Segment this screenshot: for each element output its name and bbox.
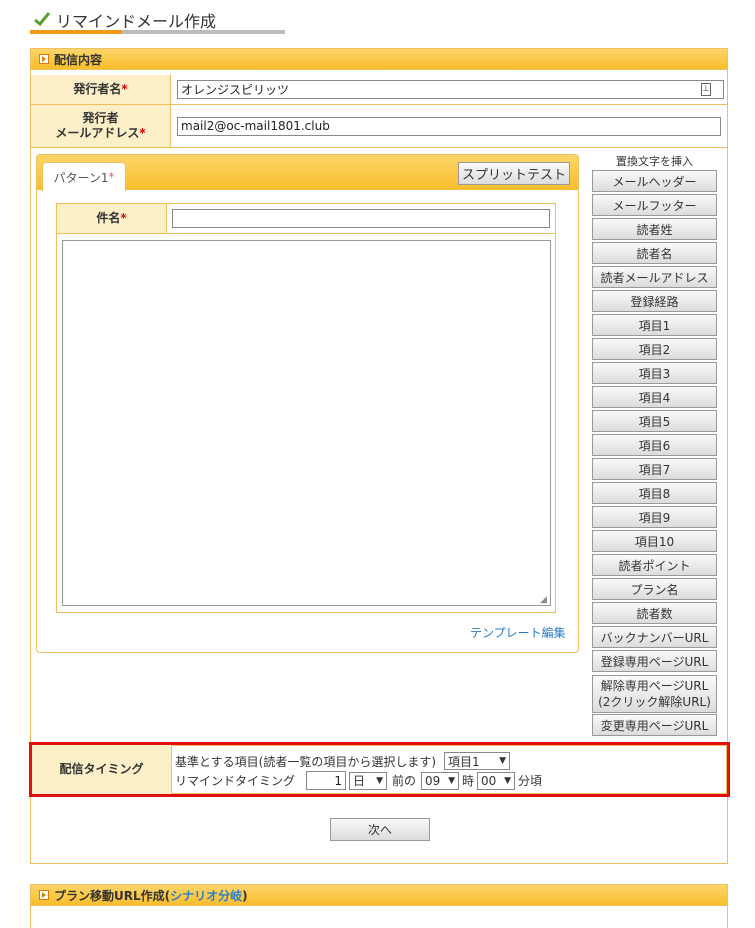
insert-button[interactable]: 項目4 bbox=[592, 386, 717, 408]
template-edit-link[interactable]: テンプレート編集 bbox=[470, 624, 566, 641]
insert-button[interactable]: 項目10 bbox=[592, 530, 717, 552]
split-test-button[interactable]: スプリットテスト bbox=[458, 162, 570, 185]
insert-button[interactable]: 項目5 bbox=[592, 410, 717, 432]
insert-button[interactable]: メールフッター bbox=[592, 194, 717, 216]
insert-button[interactable]: 項目6 bbox=[592, 434, 717, 456]
insert-change-page-url-button[interactable]: 変更専用ページURL bbox=[592, 714, 717, 736]
sender-email-input[interactable] bbox=[177, 116, 721, 136]
next-button[interactable]: 次へ bbox=[330, 818, 430, 841]
plan-section-header: プラン移動URL作成(シナリオ分岐) bbox=[30, 884, 728, 906]
required-mark: * bbox=[108, 170, 115, 184]
highlight-box bbox=[29, 742, 730, 797]
insert-button[interactable]: 項目1 bbox=[592, 314, 717, 336]
body-textarea[interactable] bbox=[62, 240, 551, 606]
section-title: 配信内容 bbox=[54, 52, 103, 67]
resize-grip-icon[interactable]: ◢ bbox=[540, 595, 547, 605]
sender-name-input[interactable] bbox=[177, 80, 724, 99]
content-section-header: 配信内容 bbox=[30, 48, 728, 70]
insert-button[interactable]: メールヘッダー bbox=[592, 170, 717, 192]
sender-email-row bbox=[171, 105, 727, 148]
insert-button[interactable]: 読者姓 bbox=[592, 218, 717, 240]
subject-row bbox=[167, 204, 555, 234]
title-underline bbox=[30, 30, 285, 34]
contact-card-icon: ⊥ bbox=[701, 83, 711, 96]
insert-button[interactable]: 読者メールアドレス bbox=[592, 266, 717, 288]
section-arrow-icon bbox=[39, 54, 49, 64]
scenario-branch-link[interactable]: シナリオ分岐 bbox=[170, 889, 242, 903]
required-mark: * bbox=[121, 82, 128, 96]
page-title-text: リマインドメール作成 bbox=[56, 12, 217, 31]
insert-button[interactable]: 読者ポイント bbox=[592, 554, 717, 576]
insert-panel-heading: 置換文字を挿入 bbox=[616, 155, 693, 168]
subject-input[interactable] bbox=[172, 209, 550, 228]
sender-email-label: 発行者 メールアドレス* bbox=[31, 105, 171, 148]
insert-button[interactable]: バックナンバーURL bbox=[592, 626, 717, 648]
subject-label-text: 件名 bbox=[96, 211, 121, 225]
plan-title-suffix: ) bbox=[242, 888, 248, 903]
required-mark: * bbox=[120, 211, 127, 225]
required-mark: * bbox=[139, 126, 146, 140]
insert-button[interactable]: 登録専用ページURL bbox=[592, 650, 717, 672]
insert-button[interactable]: 読者数 bbox=[592, 602, 717, 624]
tab-pattern1-label: パターン1 bbox=[53, 170, 109, 185]
subject-label: 件名* bbox=[57, 204, 167, 234]
page-title: リマインドメール作成 bbox=[34, 8, 216, 32]
check-icon bbox=[34, 11, 51, 30]
insert-button[interactable]: 項目7 bbox=[592, 458, 717, 480]
sender-email-label-line1: 発行者 bbox=[82, 111, 119, 125]
insert-button[interactable]: 項目2 bbox=[592, 338, 717, 360]
tab-pattern1[interactable]: パターン1 * bbox=[42, 162, 126, 191]
insert-button[interactable]: 読者名 bbox=[592, 242, 717, 264]
sender-name-row: ⊥ bbox=[171, 75, 727, 105]
insert-button[interactable]: 項目9 bbox=[592, 506, 717, 528]
unsubscribe-line2: (2クリック解除URL) bbox=[598, 695, 711, 709]
insert-unsubscribe-url-button[interactable]: 解除専用ページURL (2クリック解除URL) bbox=[592, 675, 717, 713]
sender-name-label: 発行者名* bbox=[31, 75, 171, 105]
unsubscribe-line1: 解除専用ページURL bbox=[600, 679, 709, 693]
insert-button[interactable]: 項目3 bbox=[592, 362, 717, 384]
insert-button[interactable]: プラン名 bbox=[592, 578, 717, 600]
sender-name-label-text: 発行者名 bbox=[73, 82, 122, 96]
plan-title-prefix: プラン移動URL作成( bbox=[54, 888, 171, 903]
insert-button[interactable]: 登録経路 bbox=[592, 290, 717, 312]
sender-email-label-line2: メールアドレス bbox=[55, 126, 140, 140]
section-arrow-icon bbox=[39, 890, 49, 900]
plan-section-title: プラン移動URL作成(シナリオ分岐) bbox=[54, 887, 248, 904]
insert-button[interactable]: 項目8 bbox=[592, 482, 717, 504]
